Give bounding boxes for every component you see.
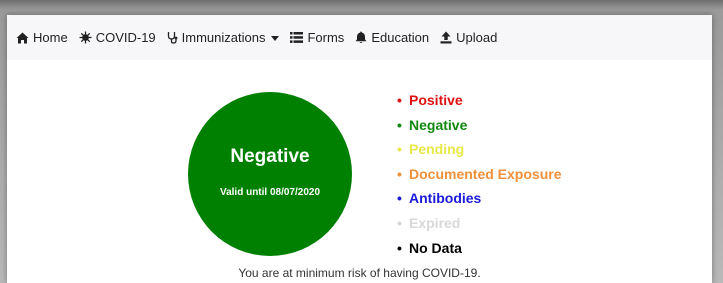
bullet-icon: • — [397, 214, 402, 231]
nav-covid[interactable]: COVID-19 — [79, 30, 156, 45]
nav-covid-label: COVID-19 — [95, 30, 156, 45]
virus-icon — [79, 31, 92, 44]
legend-item-label: No Data — [409, 239, 462, 256]
chevron-down-icon — [271, 36, 280, 41]
legend-item-label: Antibodies — [409, 190, 482, 207]
status-circle: Negative Valid until 08/07/2020 — [188, 92, 352, 256]
top-navbar: Home COVID-19 Immunizations Forms Educat… — [7, 15, 712, 60]
legend-item-label: Negative — [409, 116, 468, 133]
legend-item: • No Data — [397, 236, 561, 261]
nav-education-label: Education — [371, 30, 430, 45]
list-icon — [290, 32, 304, 43]
nav-immunizations-dropdown[interactable]: Immunizations — [167, 30, 280, 45]
upload-icon — [440, 31, 452, 44]
bullet-icon: • — [397, 116, 402, 133]
home-icon — [16, 32, 29, 43]
legend-item: • Positive — [397, 88, 561, 113]
status-valid-until: Valid until 08/07/2020 — [219, 187, 321, 198]
nav-upload[interactable]: Upload — [440, 30, 497, 45]
bullet-icon: • — [397, 165, 402, 182]
legend-item: • Pending — [397, 137, 561, 162]
legend-item: • Antibodies — [397, 186, 561, 211]
legend-item: • Negative — [397, 113, 561, 138]
main-content: Negative Valid until 08/07/2020 • Positiv… — [7, 60, 712, 283]
bullet-icon: • — [397, 190, 402, 207]
bullet-icon: • — [397, 92, 402, 108]
legend-item-label: Documented Exposure — [409, 165, 562, 182]
legend-item-label: Expired — [409, 214, 461, 231]
nav-immunizations-label: Immunizations — [181, 30, 266, 45]
legend-item-label: Pending — [409, 141, 465, 158]
status-legend: • Positive • Negative • Pending • Documented Ex… — [397, 88, 561, 260]
bullet-icon: • — [397, 239, 402, 256]
status-result: Negative — [230, 146, 310, 167]
legend-item-label: Positive — [409, 92, 463, 108]
screenshot-frame: Home COVID-19 Immunizations Forms Educat… — [0, 0, 723, 283]
bell-icon — [355, 31, 367, 43]
bullet-icon: • — [397, 141, 402, 158]
nav-home[interactable]: Home — [16, 30, 68, 45]
nav-forms[interactable]: Forms — [290, 30, 344, 45]
risk-message: You are at minimum risk of having COVID-… — [238, 266, 481, 280]
nav-upload-label: Upload — [456, 30, 498, 45]
nav-home-label: Home — [33, 30, 68, 45]
nav-forms-label: Forms — [307, 30, 345, 45]
stethoscope-icon — [167, 32, 178, 44]
app-window: Home COVID-19 Immunizations Forms Educat… — [7, 15, 712, 283]
nav-education[interactable]: Education — [355, 30, 429, 45]
legend-item: • Documented Exposure — [397, 162, 561, 187]
legend-item: • Expired — [397, 211, 561, 236]
